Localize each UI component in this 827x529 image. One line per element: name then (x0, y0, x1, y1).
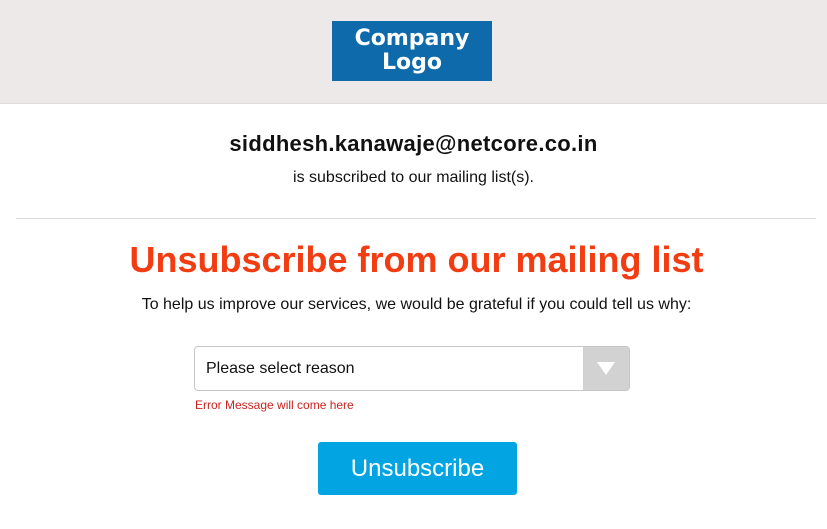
logo-line-1: Company (354, 26, 470, 51)
select-arrow-button[interactable] (583, 347, 629, 390)
reason-select[interactable]: Please select reason (194, 346, 630, 391)
divider (16, 218, 816, 219)
subscriber-email: siddhesh.kanawaje@netcore.co.in (229, 131, 598, 156)
company-logo: Company Logo (332, 21, 492, 81)
error-message: Error Message will come here (195, 398, 354, 412)
help-text: To help us improve our services, we woul… (141, 296, 692, 313)
reason-select-value: Please select reason (206, 360, 355, 377)
page-title: Unsubscribe from our mailing list (129, 239, 704, 280)
unsubscribe-button[interactable]: Unsubscribe (318, 442, 517, 495)
logo-line-2: Logo (382, 50, 442, 75)
header-banner: Company Logo (0, 0, 827, 104)
subscription-status-text: is subscribed to our mailing list(s). (293, 169, 534, 186)
triangle-down-icon (597, 362, 615, 375)
